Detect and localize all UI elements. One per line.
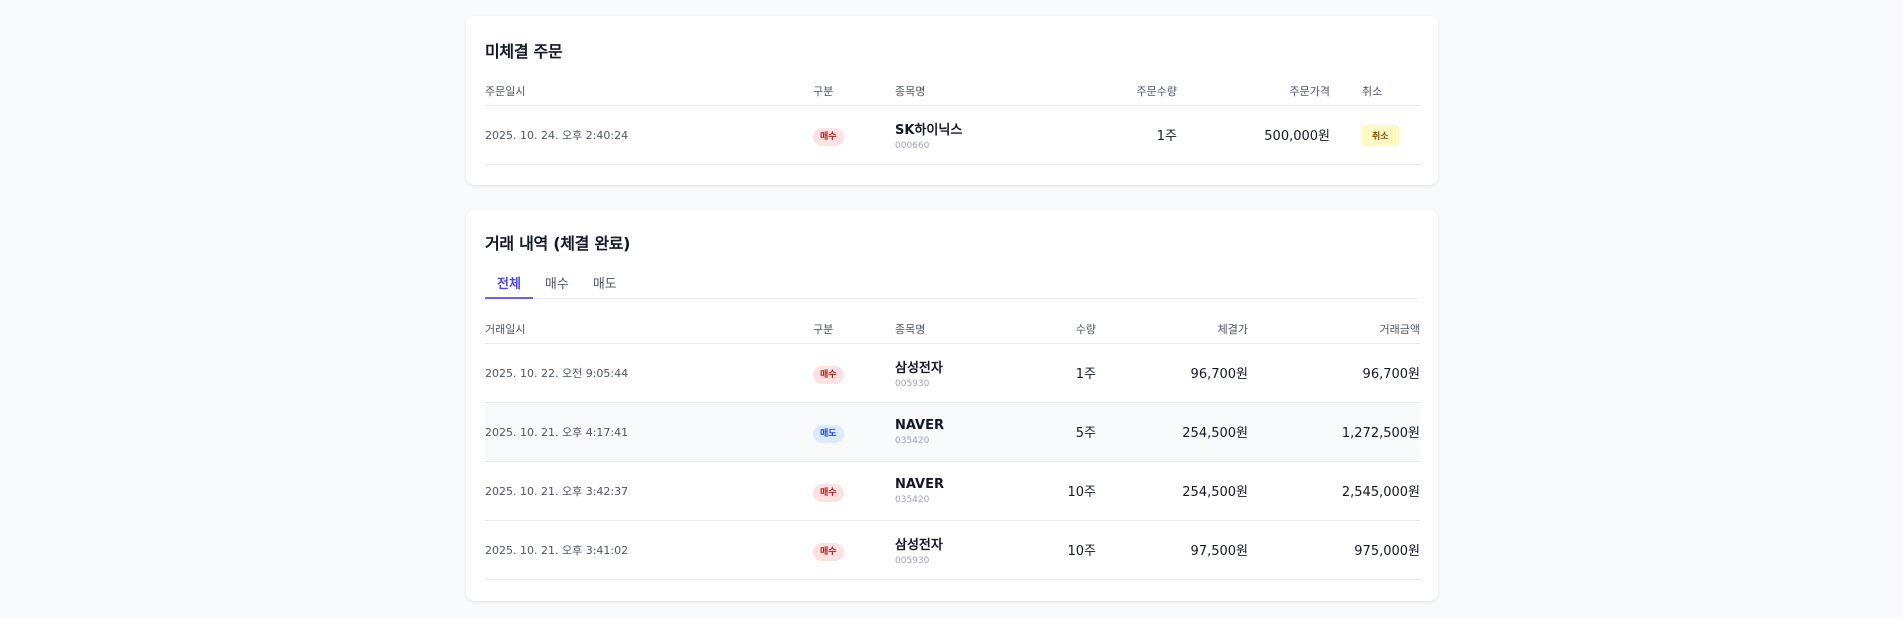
table-row: 2025. 10. 22. 오전 9:05:44 매수 삼성전자 005930 … xyxy=(485,343,1420,403)
trade-amount: 1,272,500원 xyxy=(1248,402,1420,462)
col-header-type: 구분 xyxy=(813,77,895,106)
stock-code: 005930 xyxy=(895,555,930,566)
buy-badge: 매수 xyxy=(813,127,844,146)
col-header-stock: 종목명 xyxy=(895,315,1015,344)
tab-all[interactable]: 전체 xyxy=(485,267,533,299)
trade-amount: 975,000원 xyxy=(1248,520,1420,580)
trade-datetime: 2025. 10. 21. 오후 4:17:41 xyxy=(485,402,813,462)
stock-name: SK하이닉스 xyxy=(895,122,963,138)
buy-badge: 매수 xyxy=(813,542,844,561)
trade-qty: 1주 xyxy=(1015,343,1096,403)
table-header-row: 거래일시 구분 종목명 수량 체결가 거래금액 xyxy=(485,315,1420,344)
stock-name: NAVER xyxy=(895,417,945,433)
trade-datetime: 2025. 10. 21. 오후 3:41:02 xyxy=(485,520,813,580)
tab-sell[interactable]: 매도 xyxy=(581,267,629,299)
col-header-type: 구분 xyxy=(813,315,895,344)
trade-amount: 96,700원 xyxy=(1248,343,1420,403)
col-header-cancel: 취소 xyxy=(1330,77,1420,106)
col-header-price: 주문가격 xyxy=(1177,77,1330,106)
col-header-datetime: 주문일시 xyxy=(485,77,813,106)
table-header-row: 주문일시 구분 종목명 주문수량 주문가격 취소 xyxy=(485,77,1420,106)
trade-qty: 5주 xyxy=(1015,402,1096,462)
trade-price: 97,500원 xyxy=(1096,520,1248,580)
stock-code: 005930 xyxy=(895,378,930,389)
pending-orders-table: 주문일시 구분 종목명 주문수량 주문가격 취소 2025. 10. 24. 오… xyxy=(485,77,1420,165)
buy-badge: 매수 xyxy=(813,483,844,502)
trade-filter-tabs: 전체 매수 매도 xyxy=(485,267,1419,299)
trade-qty: 10주 xyxy=(1015,461,1096,521)
stock-name: 삼성전자 xyxy=(895,537,943,553)
stock-code: 000660 xyxy=(895,140,930,151)
trade-amount: 2,545,000원 xyxy=(1248,461,1420,521)
trade-history-card: 거래 내역 (체결 완료) 전체 매수 매도 거래일시 구분 종목명 수량 체결… xyxy=(466,210,1438,601)
stock-code: 035420 xyxy=(895,494,930,505)
trade-price: 254,500원 xyxy=(1096,461,1248,521)
trade-price: 96,700원 xyxy=(1096,343,1248,403)
col-header-stock: 종목명 xyxy=(895,77,1055,106)
col-header-amount: 거래금액 xyxy=(1248,315,1420,344)
order-price: 500,000원 xyxy=(1177,105,1330,165)
col-header-qty: 수량 xyxy=(1015,315,1096,344)
stock-code: 035420 xyxy=(895,435,930,446)
pending-orders-card: 미체결 주문 주문일시 구분 종목명 주문수량 주문가격 취소 2025. 10… xyxy=(466,16,1438,185)
stock-name: 삼성전자 xyxy=(895,360,943,376)
trade-datetime: 2025. 10. 21. 오후 3:42:37 xyxy=(485,461,813,521)
col-header-datetime: 거래일시 xyxy=(485,315,813,344)
pending-orders-title: 미체결 주문 xyxy=(485,42,563,61)
buy-badge: 매수 xyxy=(813,365,844,384)
table-row: 2025. 10. 21. 오후 3:42:37 매수 NAVER 035420… xyxy=(485,461,1420,521)
order-datetime: 2025. 10. 24. 오후 2:40:24 xyxy=(485,105,813,165)
trade-qty: 10주 xyxy=(1015,520,1096,580)
trade-price: 254,500원 xyxy=(1096,402,1248,462)
col-header-price: 체결가 xyxy=(1096,315,1248,344)
table-row: 2025. 10. 21. 오후 4:17:41 매도 NAVER 035420… xyxy=(485,402,1420,462)
cancel-order-button[interactable]: 취소 xyxy=(1362,124,1399,146)
stock-name: NAVER xyxy=(895,476,945,492)
table-row: 2025. 10. 24. 오후 2:40:24 매수 SK하이닉스 00066… xyxy=(485,105,1420,165)
table-row: 2025. 10. 21. 오후 3:41:02 매수 삼성전자 005930 … xyxy=(485,520,1420,580)
trade-datetime: 2025. 10. 22. 오전 9:05:44 xyxy=(485,343,813,403)
col-header-qty: 주문수량 xyxy=(1055,77,1177,106)
sell-badge: 매도 xyxy=(813,424,844,443)
order-qty: 1주 xyxy=(1055,105,1177,165)
trade-history-table: 거래일시 구분 종목명 수량 체결가 거래금액 2025. 10. 22. 오전… xyxy=(485,315,1420,580)
tab-buy[interactable]: 매수 xyxy=(533,267,581,299)
trade-history-title: 거래 내역 (체결 완료) xyxy=(485,234,631,253)
